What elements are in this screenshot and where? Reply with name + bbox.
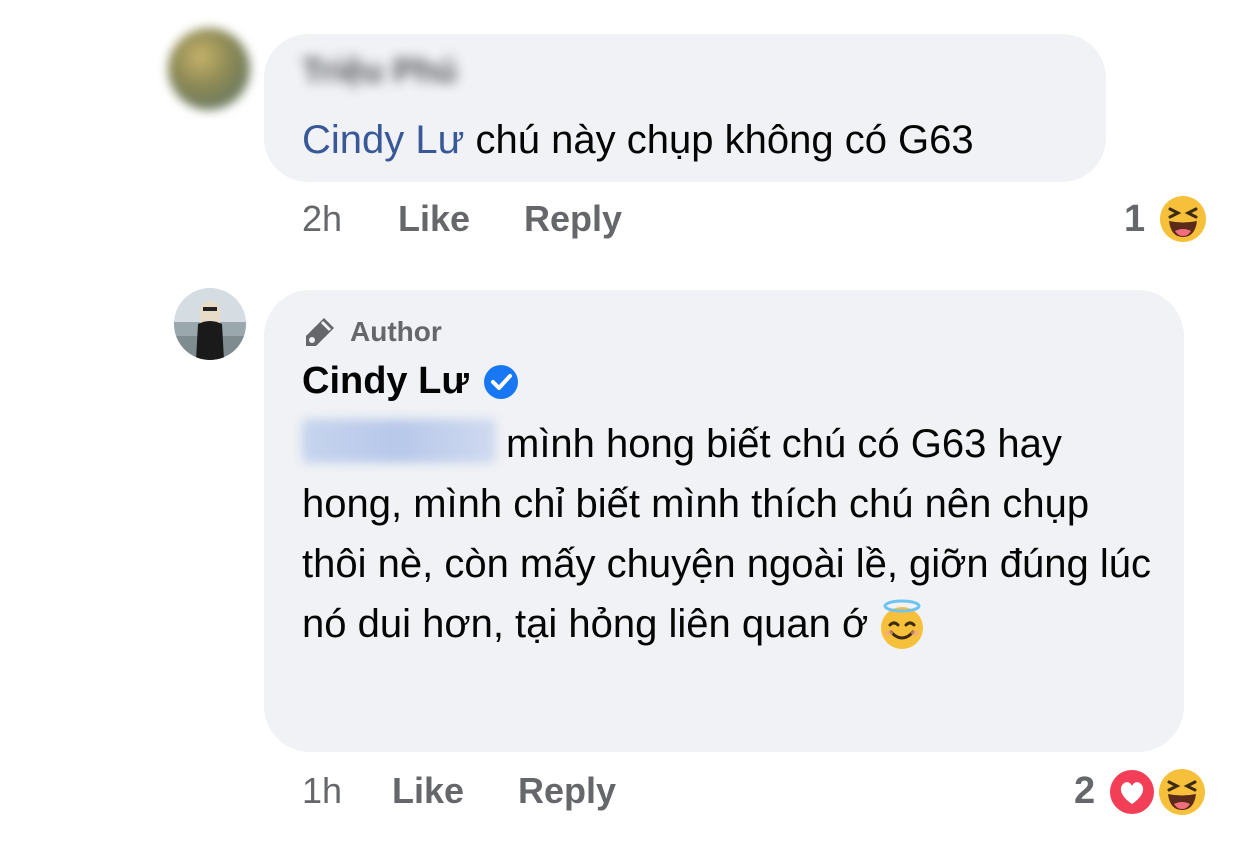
comment-timestamp[interactable]: 1h: [302, 770, 342, 812]
like-button[interactable]: Like: [398, 198, 470, 240]
author-name-row: Cindy Lư: [302, 360, 519, 403]
laughing-emoji-icon[interactable]: [1158, 194, 1208, 244]
mention-link-blurred[interactable]: [302, 419, 496, 463]
like-button[interactable]: Like: [392, 770, 464, 812]
commenter-name-blurred[interactable]: Triệu Phú: [302, 52, 457, 91]
reply-button[interactable]: Reply: [518, 770, 616, 812]
verified-badge-icon: [483, 364, 518, 399]
reaction-count[interactable]: 1: [1124, 198, 1145, 241]
comment-timestamp[interactable]: 2h: [302, 198, 342, 240]
author-badge-label: Author: [350, 316, 442, 347]
author-name[interactable]: Cindy Lư: [302, 360, 469, 403]
comment-text: Cindy Lư chú này chụp không có G63: [302, 116, 974, 164]
reaction-count[interactable]: 2: [1074, 770, 1095, 813]
smiling-face-with-halo-icon: [881, 599, 924, 649]
author-comment-text: mình hong biết chú có G63 hay hong, mình…: [302, 414, 1162, 654]
author-avatar[interactable]: [174, 288, 246, 360]
laughing-emoji-icon[interactable]: [1156, 766, 1208, 818]
commenter-avatar[interactable]: [168, 28, 250, 110]
comment-body: chú này chụp không có G63: [475, 118, 974, 162]
pen-icon: [306, 318, 334, 346]
author-photo: [174, 288, 246, 360]
author-badge: Author: [302, 314, 442, 350]
reply-button[interactable]: Reply: [524, 198, 622, 240]
mention-link[interactable]: Cindy Lư: [302, 118, 464, 162]
heart-emoji-icon[interactable]: [1106, 766, 1158, 818]
